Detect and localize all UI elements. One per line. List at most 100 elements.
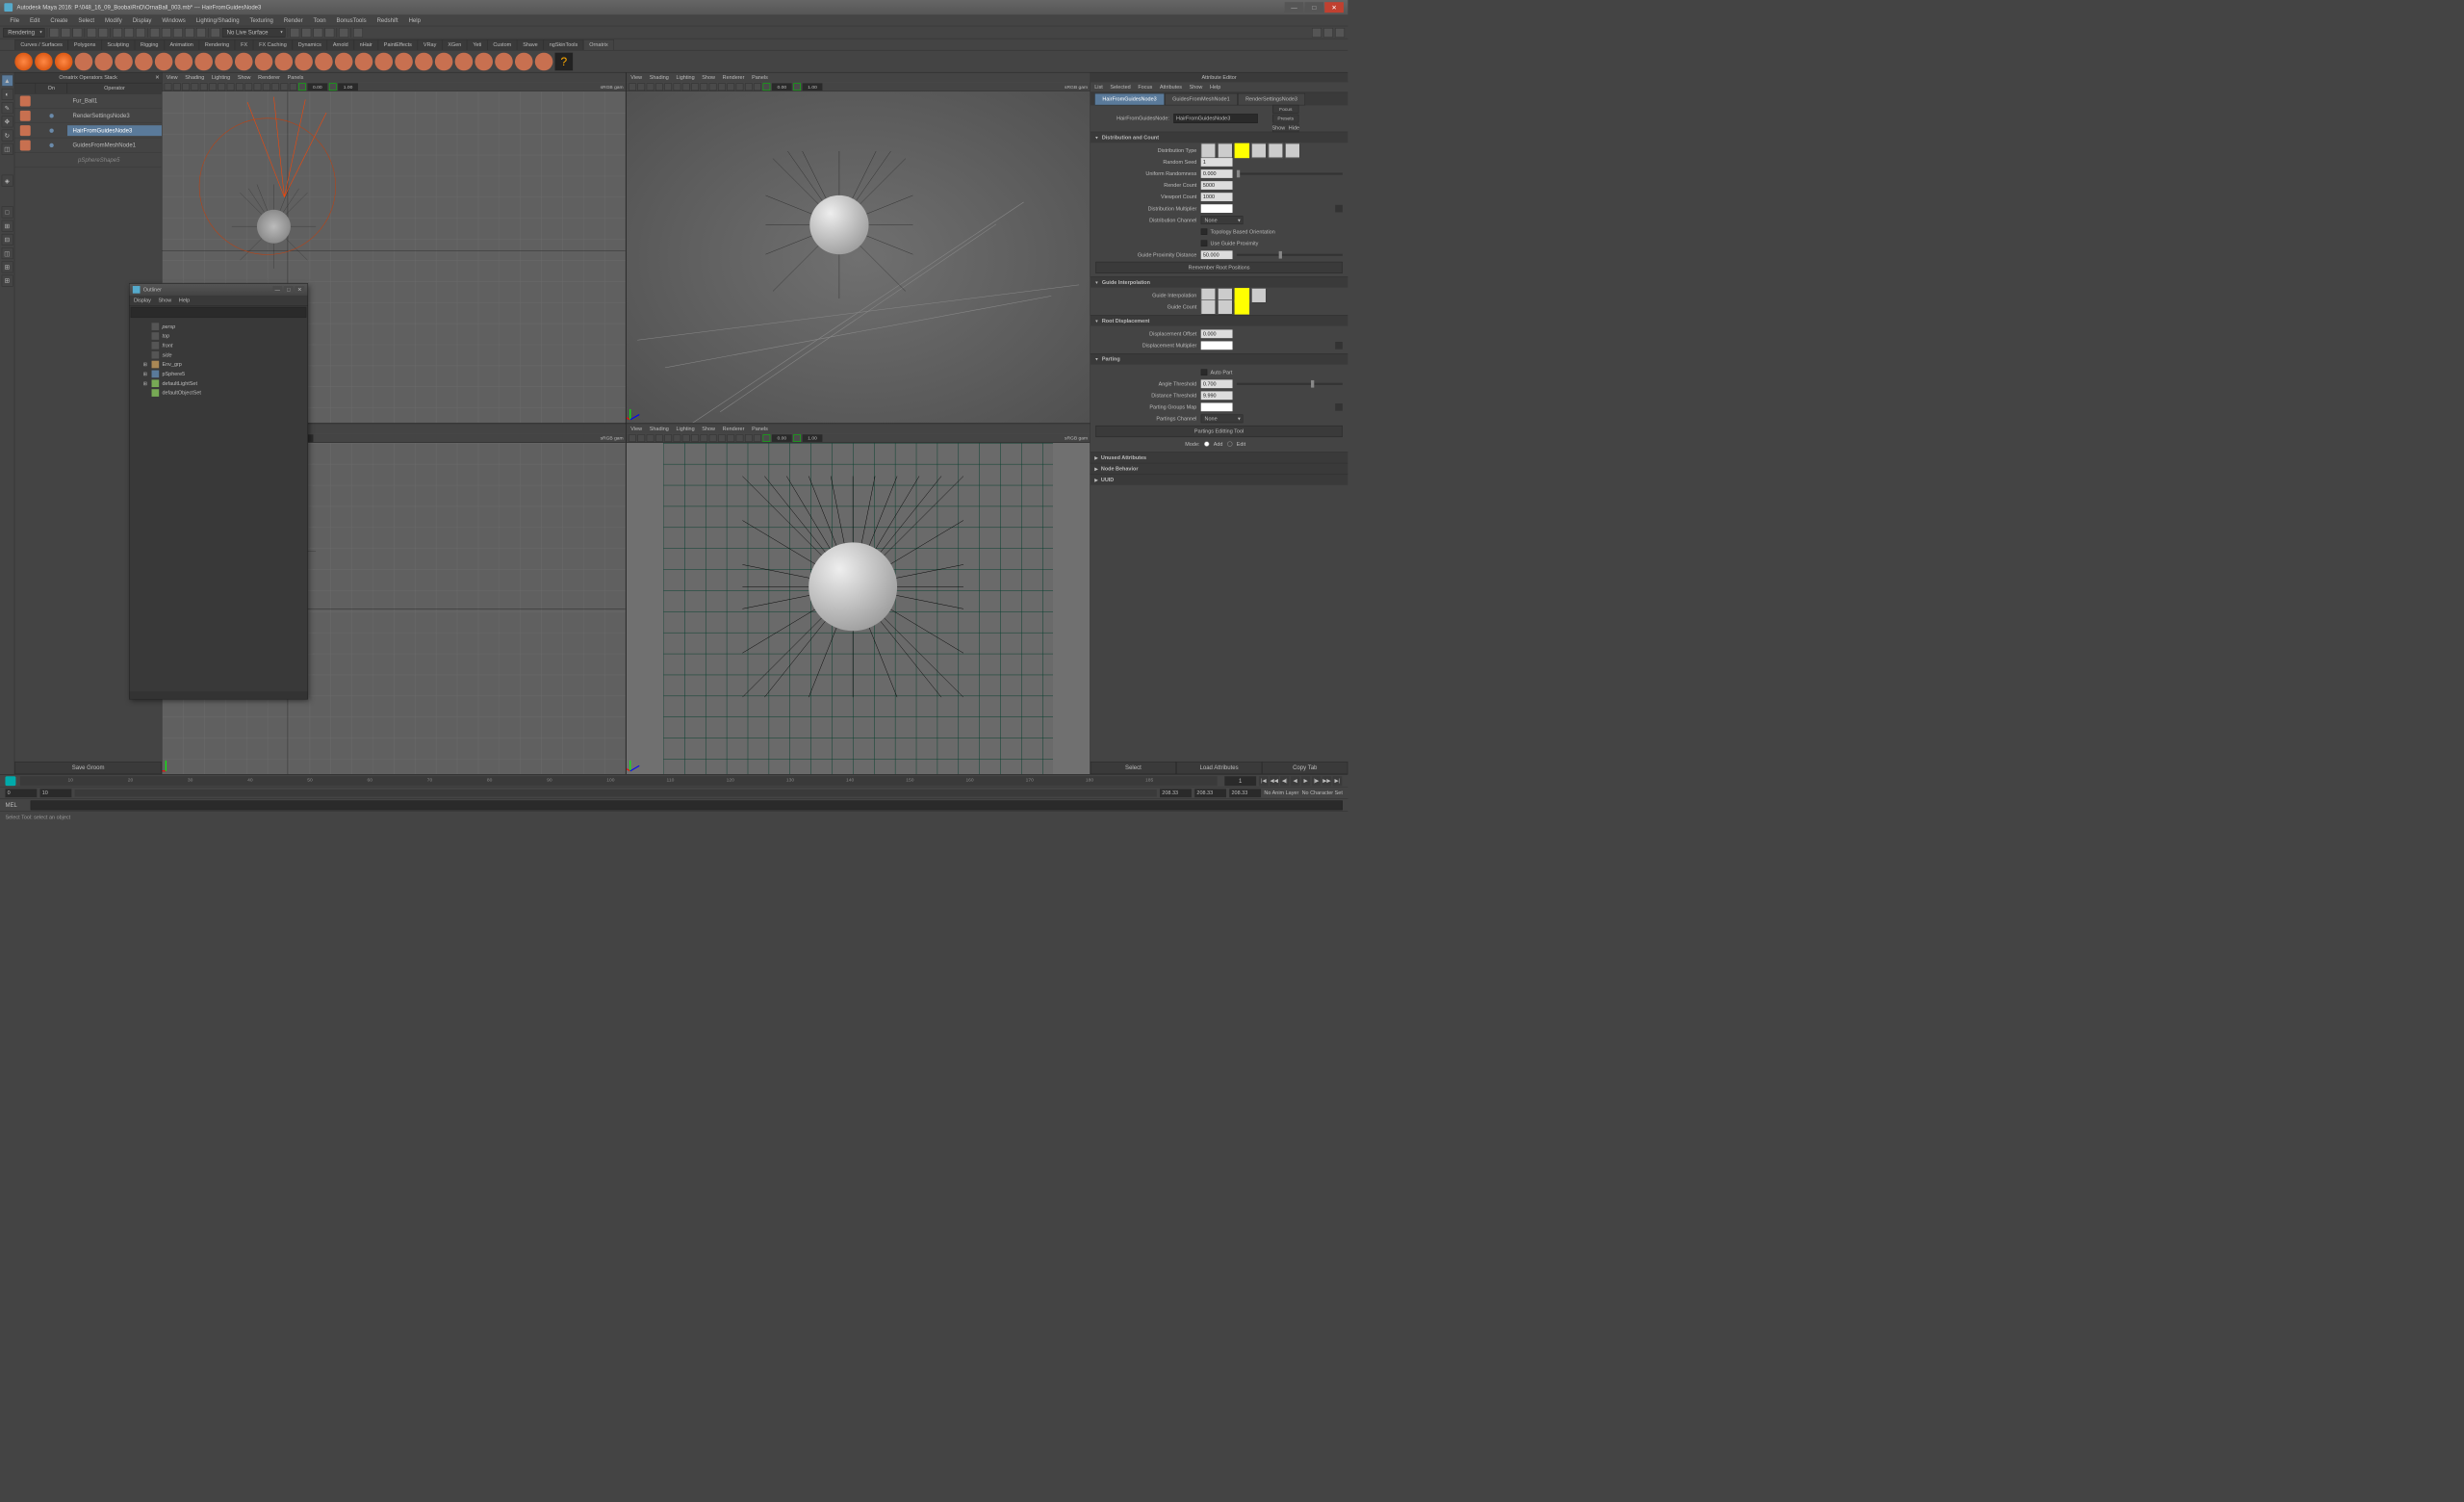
vp-tool-icon[interactable] <box>637 434 645 442</box>
vp-tool-icon[interactable] <box>709 434 717 442</box>
slider[interactable] <box>1237 172 1343 174</box>
section-parting[interactable]: Parting <box>1091 354 1348 365</box>
menu-render[interactable]: Render <box>279 15 308 25</box>
open-scene-icon[interactable] <box>61 28 70 38</box>
vp-menu-panels[interactable]: Panels <box>752 74 768 80</box>
render-count-input[interactable] <box>1201 181 1233 190</box>
vp-colorspace[interactable]: sRGB gam <box>601 84 626 89</box>
shelf-icon[interactable] <box>135 52 153 70</box>
vp-tool-icon[interactable] <box>165 83 172 91</box>
shelf-tab[interactable]: Yeti <box>467 39 487 50</box>
vp-tool-icon[interactable] <box>655 83 663 91</box>
shelf-icon[interactable] <box>115 52 133 70</box>
viewport-count-input[interactable] <box>1201 193 1233 201</box>
vp-menu-renderer[interactable]: Renderer <box>723 74 745 80</box>
vp-tool-icon[interactable] <box>655 434 663 442</box>
outliner-menu-help[interactable]: Help <box>179 298 190 303</box>
presets-button[interactable]: Presets <box>1272 115 1298 123</box>
slider[interactable] <box>1237 383 1343 385</box>
count-thumb-selected[interactable] <box>1235 299 1249 314</box>
map-icon[interactable] <box>1335 205 1343 213</box>
operator-row-selected[interactable]: HairFromGuidesNode3 <box>14 123 162 138</box>
shelf-icon[interactable] <box>75 52 93 70</box>
vp-exposure-value[interactable]: 1.00 <box>338 83 358 91</box>
vp-gamma-value[interactable]: 0.00 <box>772 83 792 91</box>
vp-tool-icon[interactable] <box>754 83 761 91</box>
attr-tab[interactable]: HairFromGuidesNode3 <box>1094 93 1165 106</box>
play-icon[interactable]: ▶ <box>1301 776 1311 786</box>
outliner-menu-display[interactable]: Display <box>134 298 151 303</box>
shelf-icon[interactable] <box>94 52 113 70</box>
disp-offset-input[interactable] <box>1201 329 1233 338</box>
shelf-tab[interactable]: Shave <box>517 39 544 50</box>
vp-tool-icon[interactable] <box>263 83 270 91</box>
shelf-tab[interactable]: XGen <box>442 39 467 50</box>
vp-tool-icon[interactable] <box>664 83 672 91</box>
menu-help[interactable]: Help <box>404 15 425 25</box>
layout-icon[interactable] <box>339 28 348 38</box>
mode-edit-radio[interactable] <box>1227 441 1232 446</box>
attr-menu-selected[interactable]: Selected <box>1110 85 1130 91</box>
vp-tool-icon[interactable] <box>701 434 708 442</box>
dist-thumb[interactable] <box>1269 143 1283 158</box>
marketplace-icon[interactable] <box>1335 28 1345 38</box>
shelf-icon[interactable] <box>295 52 313 70</box>
character-set-dropdown[interactable]: No Character Set <box>1302 790 1343 796</box>
shelf-icon[interactable] <box>275 52 294 70</box>
attr-menu-help[interactable]: Help <box>1210 85 1220 91</box>
shelf-icon[interactable] <box>415 52 433 70</box>
maximize-button[interactable]: □ <box>1304 2 1323 13</box>
section-uuid[interactable]: UUID <box>1091 475 1348 485</box>
range-track[interactable] <box>75 790 1157 797</box>
vp-tool-icon[interactable] <box>664 434 672 442</box>
vp-tool-icon[interactable] <box>745 83 753 91</box>
focus-button[interactable]: Focus <box>1272 105 1298 114</box>
angle-threshold-input[interactable] <box>1201 379 1233 388</box>
outliner-window[interactable]: Outliner — □ ✕ Display Show Help persp t… <box>129 283 308 699</box>
layout-two-h[interactable]: ⊟ <box>1 234 13 246</box>
snap-plane-icon[interactable] <box>185 28 194 38</box>
vp-menu-show[interactable]: Show <box>702 426 715 431</box>
step-back-icon[interactable]: ◀◀ <box>1270 776 1279 786</box>
shelf-tab[interactable]: Rendering <box>199 39 235 50</box>
vp-menu-shading[interactable]: Shading <box>650 426 669 431</box>
next-key-icon[interactable]: |▶ <box>1312 776 1322 786</box>
command-input[interactable] <box>31 800 1343 810</box>
shelf-icon[interactable] <box>435 52 453 70</box>
vp-tool-icon[interactable] <box>629 434 636 442</box>
vp-tool-icon[interactable] <box>674 83 681 91</box>
ipr-icon[interactable] <box>301 28 311 38</box>
operator-row[interactable]: GuidesFromMeshNode1 <box>14 138 162 152</box>
map-swatch[interactable] <box>1201 402 1233 411</box>
shelf-icon[interactable] <box>14 52 33 70</box>
range-end[interactable]: 10 <box>40 789 72 797</box>
shelf-tab[interactable]: Animation <box>164 39 198 50</box>
shelf-tab[interactable]: Custom <box>487 39 517 50</box>
new-scene-icon[interactable] <box>49 28 59 38</box>
shelf-icon[interactable] <box>35 52 53 70</box>
slider[interactable] <box>1237 254 1343 256</box>
shelf-tab[interactable]: VRay <box>418 39 442 50</box>
snap-grid-icon[interactable] <box>150 28 160 38</box>
shelf-tab[interactable]: Rigging <box>135 39 165 50</box>
guide-prox-checkbox[interactable] <box>1201 240 1208 246</box>
render-icon[interactable] <box>290 28 299 38</box>
timeline[interactable]: 1020304050607080901001101201301401501601… <box>0 774 1348 787</box>
attr-tab[interactable]: RenderSettingsNode3 <box>1238 93 1305 106</box>
load-attributes-button[interactable]: Load Attributes <box>1176 762 1262 774</box>
vp-colorspace[interactable]: sRGB gam <box>1065 84 1090 89</box>
shelf-tab[interactable]: nHair <box>354 39 378 50</box>
autopart-checkbox[interactable] <box>1201 369 1208 376</box>
shelf-icon[interactable] <box>194 52 213 70</box>
layout-custom[interactable]: ⊞ <box>1 275 13 287</box>
shelf-help-icon[interactable]: ? <box>555 52 574 70</box>
outliner-menu-show[interactable]: Show <box>159 298 172 303</box>
vp-tool-icon[interactable] <box>691 434 699 442</box>
close-button[interactable]: ✕ <box>1324 2 1344 13</box>
vp-tool-icon[interactable] <box>629 83 636 91</box>
map-swatch[interactable] <box>1201 341 1233 350</box>
operator-row[interactable]: RenderSettingsNode3 <box>14 109 162 123</box>
section-nodebehavior[interactable]: Node Behavior <box>1091 463 1348 474</box>
menu-display[interactable]: Display <box>128 15 157 25</box>
vp-tool-icon[interactable] <box>682 83 690 91</box>
